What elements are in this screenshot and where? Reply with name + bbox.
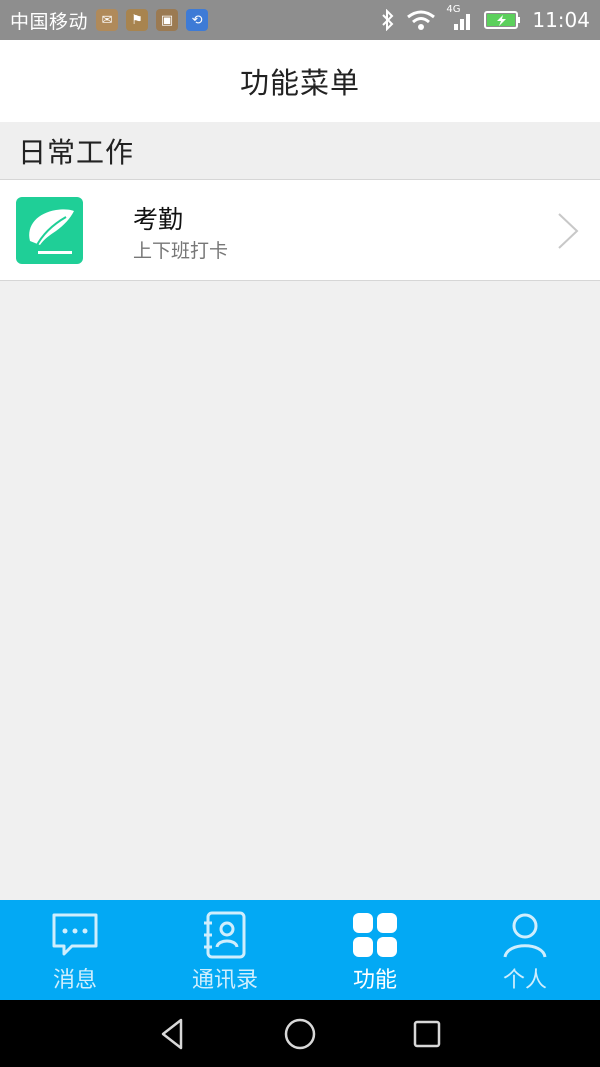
menu-item-title: 考勤 <box>133 205 184 234</box>
tab-functions[interactable]: 功能 <box>300 900 450 1000</box>
page-title: 功能菜单 <box>239 66 360 100</box>
section-header-daily-work: 日常工作 <box>0 122 600 180</box>
home-icon[interactable] <box>280 1014 320 1054</box>
cell-signal-icon: 4G <box>446 4 474 32</box>
carrier-label: 中国移动 <box>10 10 89 33</box>
message-icon <box>52 913 98 956</box>
battery-charging-icon <box>484 11 521 29</box>
tab-label: 个人 <box>502 968 547 993</box>
tab-profile[interactable]: 个人 <box>450 900 600 1000</box>
status-left: 中国移动 ✉ ⚑ ▣ ⟲ <box>10 7 209 34</box>
bottom-tab-bar: 消息 通讯录 功能 个人 <box>0 900 600 1000</box>
recents-icon[interactable] <box>407 1014 447 1054</box>
tab-label: 功能 <box>352 968 397 993</box>
notification-app-icon: ⚑ <box>126 9 149 31</box>
tab-label: 通讯录 <box>191 968 258 993</box>
status-bar: 中国移动 ✉ ⚑ ▣ ⟲ 4G 11:04 <box>0 0 600 40</box>
tab-contacts[interactable]: 通讯录 <box>150 900 300 1000</box>
menu-item-subtitle: 上下班打卡 <box>133 240 229 262</box>
bluetooth-icon <box>382 9 394 31</box>
tab-label: 消息 <box>52 968 97 993</box>
wifi-icon <box>407 10 436 30</box>
tab-messages[interactable]: 消息 <box>0 900 150 1000</box>
clock: 11:04 <box>532 8 590 32</box>
system-nav-bar <box>0 1000 600 1067</box>
back-icon[interactable] <box>153 1014 193 1054</box>
notification-app-icon: ✉ <box>96 9 119 31</box>
person-icon <box>503 913 547 958</box>
status-right: 4G 11:04 <box>380 4 590 32</box>
section-title: 日常工作 <box>18 135 135 169</box>
grid-icon <box>353 913 397 957</box>
notification-image-icon: ▣ <box>156 9 179 31</box>
menu-item-attendance[interactable]: 考勤 上下班打卡 <box>0 180 600 281</box>
contacts-icon <box>204 911 246 959</box>
chevron-right-icon <box>558 213 579 249</box>
notification-link-icon: ⟲ <box>186 9 209 31</box>
app-header: 功能菜单 <box>0 40 600 122</box>
feather-icon <box>16 197 83 264</box>
